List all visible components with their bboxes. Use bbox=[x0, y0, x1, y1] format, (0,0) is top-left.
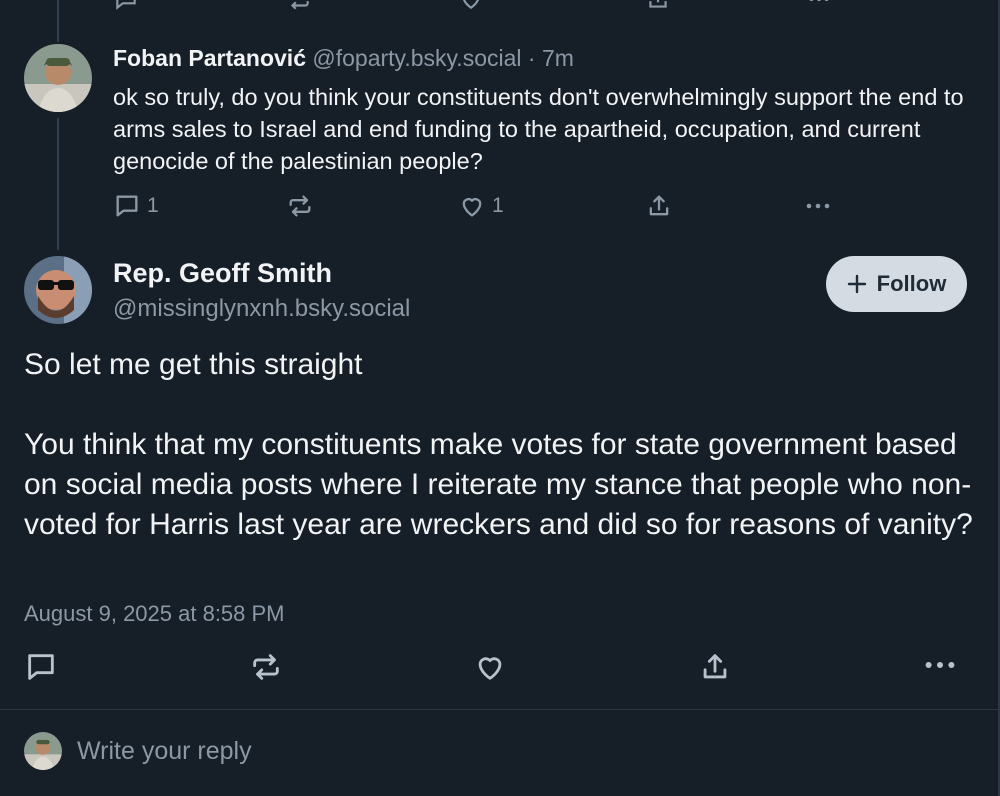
share-icon[interactable] bbox=[645, 0, 671, 12]
more-options-button[interactable] bbox=[803, 192, 833, 220]
previous-post-actions bbox=[0, 0, 1000, 14]
follow-label: Follow bbox=[876, 271, 947, 296]
post-time[interactable]: 7m bbox=[542, 45, 574, 71]
follow-button[interactable]: Follow bbox=[826, 256, 967, 312]
plus-icon bbox=[847, 274, 867, 294]
heart-icon bbox=[458, 192, 486, 220]
post-date[interactable]: August 9, 2025 at 8:58 PM bbox=[24, 601, 285, 627]
avatar bbox=[24, 732, 62, 770]
share-icon[interactable] bbox=[698, 650, 732, 684]
thread-line-connector bbox=[57, 118, 59, 250]
reply-icon[interactable] bbox=[113, 0, 139, 12]
reply-post-header: Foban Partanović @foparty.bsky.social · … bbox=[113, 45, 574, 72]
reply-icon bbox=[113, 192, 141, 220]
reply-button[interactable]: 1 bbox=[113, 192, 159, 220]
heart-icon[interactable] bbox=[458, 0, 484, 12]
reply-input-placeholder[interactable]: Write your reply bbox=[77, 737, 252, 766]
author-handle[interactable]: @missinglynxnh.bsky.social bbox=[113, 295, 410, 323]
repost-icon bbox=[286, 192, 314, 220]
ellipsis-icon[interactable] bbox=[921, 648, 959, 682]
share-button[interactable] bbox=[645, 192, 673, 220]
like-button[interactable]: 1 bbox=[458, 192, 504, 220]
repost-icon[interactable] bbox=[249, 650, 283, 684]
main-post-text: So let me get this straight You think th… bbox=[24, 348, 973, 541]
reply-post-text: ok so truly, do you think your constitue… bbox=[113, 84, 964, 174]
reply-icon[interactable] bbox=[24, 650, 58, 684]
reply-count: 1 bbox=[147, 194, 159, 217]
share-icon bbox=[645, 192, 673, 220]
author-handle[interactable]: @foparty.bsky.social bbox=[312, 45, 521, 71]
avatar[interactable] bbox=[24, 44, 92, 112]
author-name[interactable]: Foban Partanović bbox=[113, 45, 306, 71]
repost-icon[interactable] bbox=[286, 0, 312, 12]
avatar[interactable] bbox=[24, 256, 92, 324]
reply-composer[interactable]: Write your reply bbox=[0, 710, 1000, 796]
repost-button[interactable] bbox=[286, 192, 314, 220]
heart-icon[interactable] bbox=[473, 650, 507, 684]
like-count: 1 bbox=[492, 194, 504, 217]
ellipsis-icon bbox=[803, 192, 833, 220]
more-options-icon[interactable] bbox=[806, 0, 832, 12]
separator: · bbox=[527, 45, 536, 71]
author-name[interactable]: Rep. Geoff Smith bbox=[113, 258, 332, 289]
